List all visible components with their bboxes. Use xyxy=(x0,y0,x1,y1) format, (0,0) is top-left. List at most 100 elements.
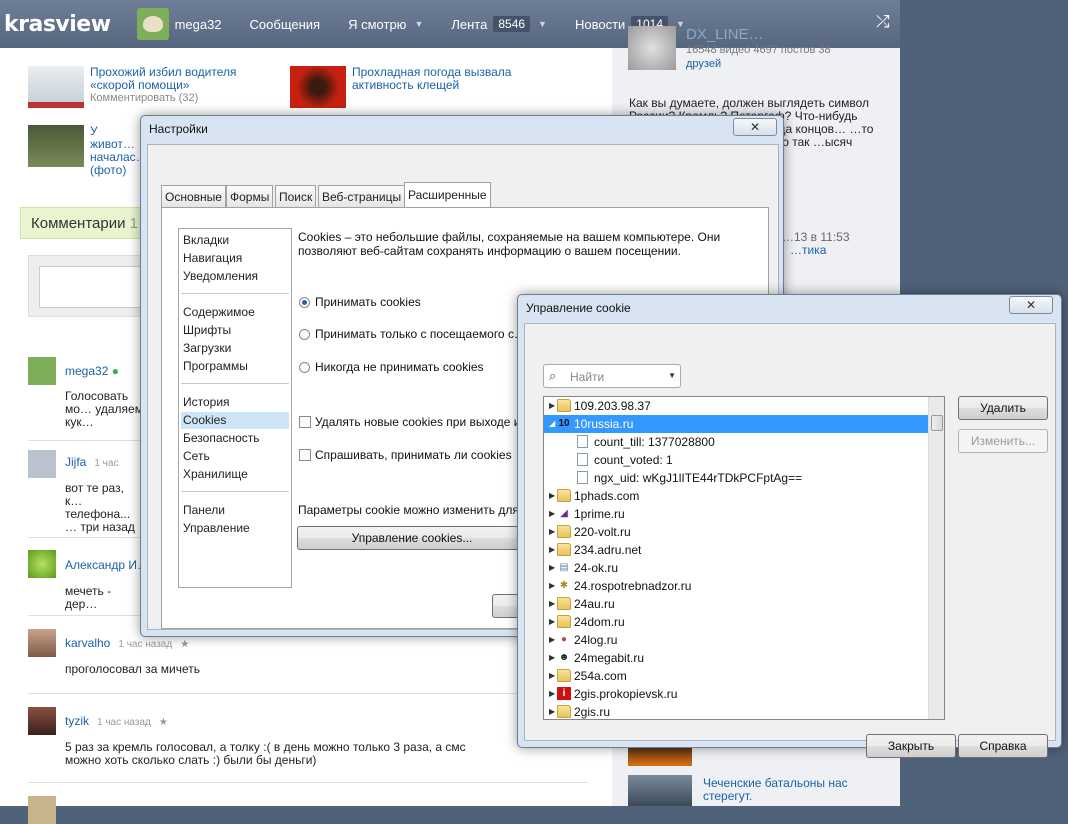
news-thumbnail[interactable] xyxy=(628,775,692,806)
sidebar-news-title[interactable]: Чеченские батальоны нас стерегут. xyxy=(703,777,873,803)
cookie-site-row[interactable]: ▶ ● 24log.ru xyxy=(544,631,928,649)
nav-watching[interactable]: Я смотрю ▼ xyxy=(348,17,423,32)
cookie-entry[interactable]: count_till: 1377028800 xyxy=(544,433,928,451)
expand-arrow-icon[interactable]: ▶ xyxy=(549,613,555,631)
expand-arrow-icon[interactable]: ▶ xyxy=(549,649,555,667)
expand-arrow-icon[interactable]: ▶ xyxy=(549,559,555,577)
news-item[interactable]: Прохладная погода вызвала активность кле… xyxy=(290,66,522,108)
close-icon[interactable]: ✕ xyxy=(733,118,777,136)
expand-arrow-icon[interactable]: ▶ xyxy=(549,703,555,719)
avatar[interactable] xyxy=(28,707,56,735)
cookie-site-row[interactable]: ▶ ☻ 24megabit.ru xyxy=(544,649,928,667)
vertical-scrollbar[interactable] xyxy=(928,397,944,719)
tab-search[interactable]: Поиск xyxy=(275,185,317,207)
category-fonts[interactable]: Шрифты xyxy=(181,322,289,339)
tab-webpages[interactable]: Веб-страницы xyxy=(318,185,406,207)
dropdown-arrow-icon[interactable]: ▼ xyxy=(668,371,676,380)
search-input[interactable]: ⌕ Найти ▼ xyxy=(543,364,681,388)
star-icon[interactable]: ★ xyxy=(159,717,168,728)
avatar[interactable] xyxy=(28,357,56,385)
radio-accept-visited[interactable] xyxy=(299,329,310,340)
site-logo[interactable]: krasview xyxy=(4,12,111,37)
post-link[interactable]: …тика xyxy=(790,244,826,257)
news-title[interactable]: Прохожий избил водителя «скорой помощи» xyxy=(90,66,260,92)
expand-arrow-icon[interactable]: ▶ xyxy=(549,487,555,505)
category-programs[interactable]: Программы xyxy=(181,358,289,375)
cookie-site-row[interactable]: ▶ 1phads.com xyxy=(544,487,928,505)
category-navigation[interactable]: Навигация xyxy=(181,250,289,267)
tab-advanced[interactable]: Расширенные xyxy=(404,182,491,208)
cookie-entry[interactable]: count_voted: 1 xyxy=(544,451,928,469)
checkbox-delete-on-exit[interactable] xyxy=(299,416,311,428)
comments-tab[interactable]: Комментарии 1 xyxy=(20,207,149,239)
checkbox-ask-cookies[interactable] xyxy=(299,449,311,461)
cookie-tree[interactable]: ▶ 2gis.ru ▶ i 2gis.prokopievsk.ru ▶ 254a.com ▶ ☻… xyxy=(543,396,945,720)
nav-messages[interactable]: Сообщения xyxy=(250,17,321,32)
radio-never-accept[interactable] xyxy=(299,362,310,373)
comment-author-name[interactable]: Александр И… xyxy=(65,558,149,572)
category-cookies[interactable]: Cookies xyxy=(181,412,289,429)
tab-forms[interactable]: Формы xyxy=(226,185,274,207)
help-button[interactable]: Справка xyxy=(958,734,1048,758)
user-avatar[interactable] xyxy=(136,8,169,40)
collapse-arrow-icon[interactable]: ◢ xyxy=(549,415,555,433)
avatar[interactable] xyxy=(28,629,56,657)
category-network[interactable]: Сеть xyxy=(181,448,289,465)
avatar[interactable] xyxy=(28,796,56,824)
cookie-site-row[interactable]: ▶ i 2gis.prokopievsk.ru xyxy=(544,685,928,703)
avatar[interactable] xyxy=(28,450,56,478)
category-tabs[interactable]: Вкладки xyxy=(181,232,289,249)
category-management[interactable]: Управление xyxy=(181,520,289,537)
cookie-site-row[interactable]: ◢ 10 10russia.ru xyxy=(544,415,928,433)
category-security[interactable]: Безопасность xyxy=(181,430,289,447)
edit-button[interactable]: Изменить... xyxy=(958,429,1048,453)
news-item[interactable]: У живот… началас… (фото) xyxy=(28,125,148,177)
category-downloads[interactable]: Загрузки xyxy=(181,340,289,357)
news-comments-link[interactable]: Комментировать (32) xyxy=(90,92,260,104)
news-item[interactable]: Прохожий избил водителя «скорой помощи» … xyxy=(28,66,260,108)
cookie-site-row[interactable]: ▶ ✱ 24.rospotrebnadzor.ru xyxy=(544,577,928,595)
shuffle-icon[interactable]: ⤮ xyxy=(876,12,890,32)
cookie-site-row[interactable]: ▶ ◢ 1prime.ru xyxy=(544,505,928,523)
expand-arrow-icon[interactable]: ▶ xyxy=(549,523,555,541)
cookie-site-row[interactable]: ▶ 234.adru.net xyxy=(544,541,928,559)
expand-arrow-icon[interactable]: ▶ xyxy=(549,595,555,613)
comment-author[interactable]: karvalho 1 час назад ★ xyxy=(65,636,189,650)
cookie-site-row[interactable]: ▶ 220-volt.ru xyxy=(544,523,928,541)
category-history[interactable]: История xyxy=(181,394,289,411)
news-title[interactable]: У живот… началас… (фото) xyxy=(90,125,148,177)
expand-arrow-icon[interactable]: ▶ xyxy=(549,667,555,685)
category-panels[interactable]: Панели xyxy=(181,502,289,519)
delete-button[interactable]: Удалить xyxy=(958,396,1048,420)
comment-author[interactable]: mega32 ● xyxy=(65,364,119,378)
cookie-entry[interactable]: ngx_uid: wKgJ1lITE44rTDkPCFptAg== xyxy=(544,469,928,487)
expand-arrow-icon[interactable]: ▶ xyxy=(549,541,555,559)
category-content[interactable]: Содержимое xyxy=(181,304,289,321)
expand-arrow-icon[interactable]: ▶ xyxy=(549,505,555,523)
comment-input-box[interactable] xyxy=(28,255,158,317)
category-notifications[interactable]: Уведомления xyxy=(181,268,289,285)
news-title[interactable]: Прохладная погода вызвала активность кле… xyxy=(352,66,522,108)
avatar[interactable] xyxy=(28,550,56,578)
profile-name[interactable]: DX_LINE… xyxy=(686,27,764,42)
nav-feed[interactable]: Лента 8546 ▼ xyxy=(451,16,547,32)
cookie-site-row[interactable]: ▶ 24dom.ru xyxy=(544,613,928,631)
category-storage[interactable]: Хранилище xyxy=(181,466,289,483)
profile-friends-link[interactable]: друзей xyxy=(686,58,721,71)
cookie-site-row[interactable]: ▶ ▤ 24-ok.ru xyxy=(544,559,928,577)
expand-arrow-icon[interactable]: ▶ xyxy=(549,685,555,703)
cookie-site-row[interactable]: ▶ 109.203.98.37 xyxy=(544,397,928,415)
profile-avatar[interactable] xyxy=(628,26,676,70)
expand-arrow-icon[interactable]: ▶ xyxy=(549,577,555,595)
radio-accept-cookies[interactable] xyxy=(299,297,310,308)
cookie-site-row[interactable]: ▶ 254a.com xyxy=(544,667,928,685)
manage-cookies-button[interactable]: Управление cookies... xyxy=(297,526,527,550)
scrollbar-thumb[interactable] xyxy=(931,415,943,431)
top-username[interactable]: mega32 xyxy=(175,17,222,32)
comment-author[interactable]: tyzik 1 час назад ★ xyxy=(65,714,168,728)
close-icon[interactable]: ✕ xyxy=(1009,296,1053,314)
comment-author[interactable]: Jijfa 1 час xyxy=(65,455,118,469)
star-icon[interactable]: ★ xyxy=(180,639,189,650)
tab-basic[interactable]: Основные xyxy=(161,185,226,207)
cookie-site-row[interactable]: ▶ 24au.ru xyxy=(544,595,928,613)
